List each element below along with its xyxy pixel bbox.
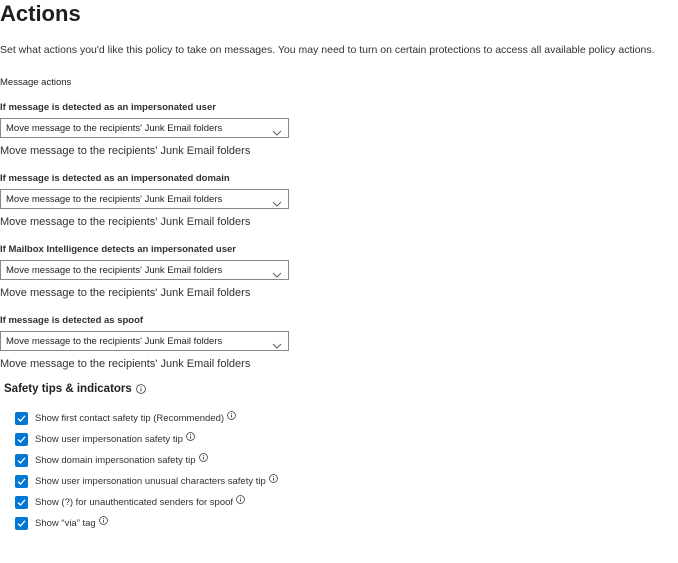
checkbox[interactable]	[15, 432, 28, 446]
checkbox-first-contact-safety-tip: Show first contact safety tip (Recommend…	[15, 410, 236, 426]
action-label: If message is detected as spoof	[0, 315, 144, 326]
info-icon[interactable]	[236, 494, 245, 504]
action-mailbox-intelligence: If Mailbox Intelligence detects an imper…	[0, 244, 300, 300]
action-spoof: If message is detected as spoof Move mes…	[0, 315, 300, 371]
safety-tips-heading-text: Safety tips & indicators	[4, 383, 132, 395]
chevron-down-icon	[272, 195, 282, 207]
chevron-down-icon	[272, 266, 282, 278]
info-icon[interactable]	[198, 452, 208, 462]
safety-tips-heading: Safety tips & indicators	[4, 381, 146, 397]
info-icon[interactable]	[98, 515, 108, 525]
checkbox-label: Show user impersonation unusual characte…	[35, 475, 266, 487]
selected-action-text: Move message to the recipients' Junk Ema…	[0, 216, 251, 228]
info-icon[interactable]	[186, 431, 195, 441]
selected-action-text: Move message to the recipients' Junk Ema…	[0, 145, 251, 157]
checkmark-icon	[17, 414, 26, 422]
mailbox-intelligence-action-dropdown[interactable]: Move message to the recipients' Junk Ema…	[0, 260, 289, 280]
checkbox[interactable]	[15, 453, 28, 467]
checkbox[interactable]	[15, 474, 28, 488]
dropdown-selected-value: Move message to the recipients' Junk Ema…	[6, 194, 223, 205]
action-label: If message is detected as an impersonate…	[0, 173, 230, 184]
selected-action-text: Move message to the recipients' Junk Ema…	[0, 358, 251, 370]
checkmark-icon	[17, 456, 26, 464]
checkbox-label: Show domain impersonation safety tip	[35, 454, 196, 466]
dropdown-selected-value: Move message to the recipients' Junk Ema…	[6, 336, 223, 347]
checkbox[interactable]	[15, 516, 28, 530]
checkmark-icon	[17, 498, 26, 506]
checkbox-label: Show “via” tag	[35, 517, 96, 529]
info-icon[interactable]	[227, 410, 236, 420]
checkmark-icon	[17, 519, 26, 527]
checkbox[interactable]	[15, 411, 28, 425]
dropdown-selected-value: Move message to the recipients' Junk Ema…	[6, 265, 223, 276]
dropdown-selected-value: Move message to the recipients' Junk Ema…	[6, 123, 223, 134]
action-label: If message is detected as an impersonate…	[0, 102, 216, 113]
checkbox-unauthenticated-senders-spoof: Show (?) for unauthenticated senders for…	[15, 494, 245, 510]
checkbox-via-tag: Show “via” tag	[15, 515, 108, 531]
info-icon[interactable]	[268, 473, 278, 483]
checkmark-icon	[17, 477, 26, 485]
selected-action-text: Move message to the recipients' Junk Ema…	[0, 287, 251, 299]
chevron-down-icon	[272, 337, 282, 349]
checkbox-unusual-characters-safety-tip: Show user impersonation unusual characte…	[15, 473, 278, 489]
action-label: If Mailbox Intelligence detects an imper…	[0, 244, 236, 255]
checkbox-domain-impersonation-safety-tip: Show domain impersonation safety tip	[15, 452, 208, 468]
action-impersonated-domain: If message is detected as an impersonate…	[0, 173, 300, 229]
chevron-down-icon	[272, 124, 282, 136]
checkbox-label: Show first contact safety tip (Recommend…	[35, 412, 225, 424]
message-actions-label: Message actions	[0, 77, 72, 88]
info-icon[interactable]	[136, 384, 146, 394]
checkbox-label: Show user impersonation safety tip	[35, 433, 183, 445]
page-title: Actions	[0, 1, 81, 26]
action-impersonated-user: If message is detected as an impersonate…	[0, 102, 300, 158]
page-description: Set what actions you'd like this policy …	[0, 44, 655, 56]
checkbox-user-impersonation-safety-tip: Show user impersonation safety tip	[15, 431, 195, 447]
impersonated-user-action-dropdown[interactable]: Move message to the recipients' Junk Ema…	[0, 118, 289, 138]
spoof-action-dropdown[interactable]: Move message to the recipients' Junk Ema…	[0, 331, 289, 351]
impersonated-domain-action-dropdown[interactable]: Move message to the recipients' Junk Ema…	[0, 189, 289, 209]
checkbox-label: Show (?) for unauthenticated senders for…	[35, 496, 234, 508]
checkmark-icon	[17, 435, 26, 443]
checkbox[interactable]	[15, 495, 28, 509]
